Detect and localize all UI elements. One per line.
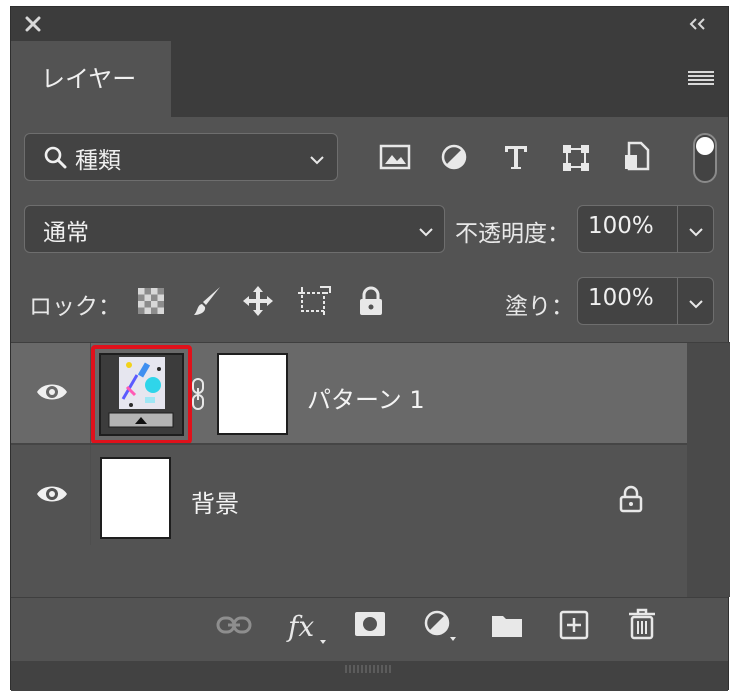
chevron-down-icon <box>309 151 325 170</box>
eye-icon[interactable] <box>35 481 69 511</box>
chevron-down-icon[interactable] <box>688 223 704 242</box>
mask-link-icon[interactable] <box>191 377 205 415</box>
type-filter-icon[interactable] <box>502 143 530 175</box>
eye-icon[interactable] <box>35 379 69 409</box>
image-filter-icon[interactable] <box>379 143 411 175</box>
fill-input[interactable]: 100% <box>577 277 714 325</box>
chevron-down-icon <box>418 223 434 242</box>
fill-value: 100% <box>588 285 654 311</box>
filter-kind-select[interactable]: 種類 <box>24 133 338 181</box>
pattern-fill-thumbnail[interactable] <box>99 353 184 436</box>
adjustment-filter-icon[interactable] <box>440 143 468 175</box>
bottom-toolbar: fx <box>11 597 728 656</box>
search-icon <box>43 145 67 173</box>
resize-grip[interactable] <box>345 665 393 673</box>
divider <box>90 445 91 545</box>
chevron-down-icon[interactable] <box>688 295 704 314</box>
layer-mask-thumbnail[interactable] <box>217 353 288 435</box>
opacity-value: 100% <box>588 213 654 239</box>
resize-strip[interactable] <box>11 661 728 691</box>
lock-label: ロック： <box>29 294 121 320</box>
blend-mode-value: 通常 <box>43 220 89 246</box>
divider <box>677 278 678 324</box>
link-layers-icon[interactable] <box>216 614 252 640</box>
svg-text:fx: fx <box>286 610 314 643</box>
tab-layers[interactable]: レイヤー <box>11 41 171 117</box>
add-mask-icon[interactable] <box>354 611 386 641</box>
filter-kind-label: 種類 <box>75 148 121 174</box>
fx-icon[interactable]: fx <box>286 610 330 650</box>
layer-row-background[interactable]: 背景 <box>11 445 687 545</box>
lock-transparent-pixels-icon[interactable] <box>138 288 164 318</box>
close-icon[interactable] <box>25 16 41 36</box>
lock-all-icon[interactable] <box>358 286 384 320</box>
double-chevron-left-icon[interactable] <box>688 16 708 35</box>
fill-label: 塗り： <box>505 294 574 320</box>
divider <box>677 206 678 252</box>
blend-mode-select[interactable]: 通常 <box>24 205 445 253</box>
lock-artboard-icon[interactable] <box>296 285 332 321</box>
smart-object-filter-icon[interactable] <box>623 141 651 177</box>
panel-titlebar <box>11 7 728 41</box>
new-group-icon[interactable] <box>491 612 523 642</box>
filter-toggle-switch[interactable] <box>693 133 717 187</box>
opacity-label: 不透明度： <box>455 221 570 247</box>
opacity-input[interactable]: 100% <box>577 205 714 253</box>
lock-image-pixels-icon[interactable] <box>192 285 222 321</box>
trash-icon[interactable] <box>627 608 657 644</box>
background-thumbnail[interactable] <box>100 457 171 539</box>
layers-scrollbar[interactable] <box>687 343 730 597</box>
tab-label: レイヤー <box>41 65 137 93</box>
lock-icon[interactable] <box>619 485 643 517</box>
lock-position-icon[interactable] <box>241 284 275 322</box>
shape-filter-icon[interactable] <box>561 143 591 177</box>
layer-name: 背景 <box>191 490 239 518</box>
hamburger-menu-icon[interactable] <box>688 70 714 90</box>
layer-name: パターン 1 <box>307 386 425 414</box>
layer-row-pattern[interactable]: パターン 1 <box>11 343 687 444</box>
layers-panel: レイヤー 種類 通常 不透明度： 100% ロック： 塗り： 100% パターン… <box>10 6 730 691</box>
new-layer-icon[interactable] <box>559 610 589 644</box>
new-adjustment-icon[interactable] <box>423 609 459 647</box>
